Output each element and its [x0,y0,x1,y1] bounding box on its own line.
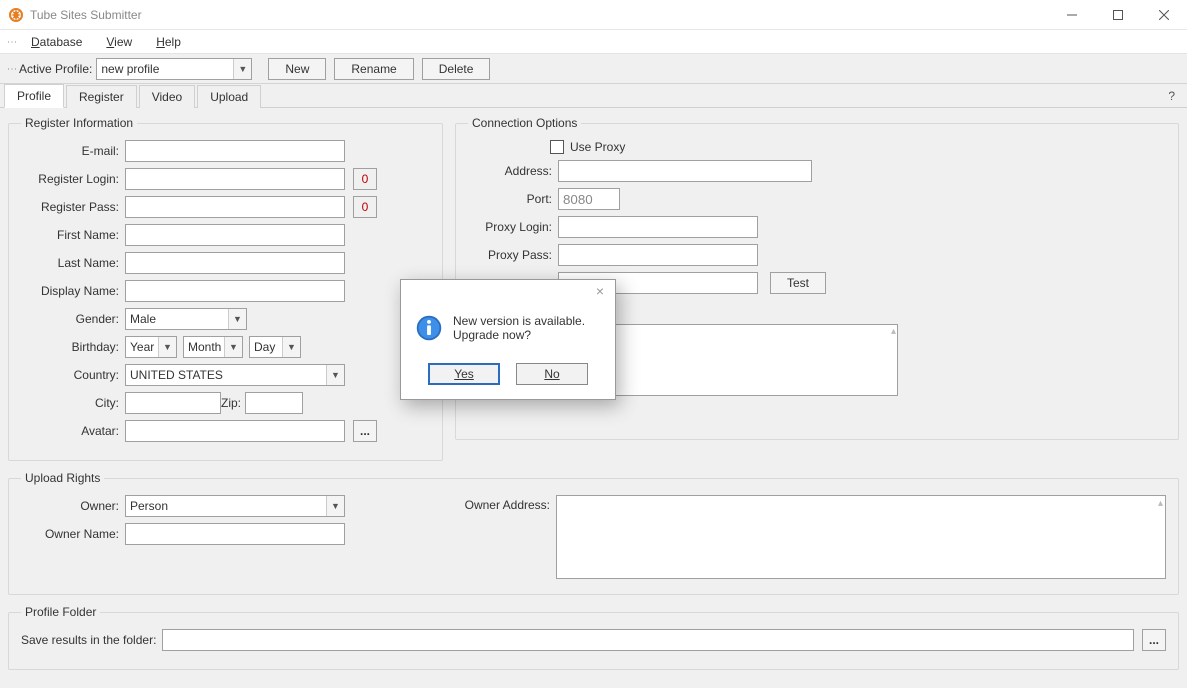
pass-input[interactable] [125,196,345,218]
proxy-pass-input[interactable] [558,244,758,266]
connection-options-legend: Connection Options [468,116,581,130]
menu-database[interactable]: Database [19,32,94,52]
city-label: City: [21,396,125,410]
register-info-group: Register Information E-mail: Register Lo… [8,116,443,461]
new-button[interactable]: New [268,58,326,80]
zip-label: Zip: [221,396,245,410]
scroll-up-icon: ▴ [1158,498,1163,509]
first-name-label: First Name: [21,228,125,242]
chevron-down-icon: ▼ [228,309,246,329]
owner-name-input[interactable] [125,523,345,545]
upload-rights-group: Upload Rights Owner: Person ▼ Owner Name… [8,471,1179,595]
email-input[interactable] [125,140,345,162]
grip-icon: ⋮ [10,64,13,73]
city-input[interactable] [125,392,221,414]
tab-upload[interactable]: Upload [197,85,261,108]
menu-help[interactable]: Help [144,32,193,52]
pass-count: 0 [353,196,377,218]
maximize-button[interactable] [1095,0,1141,29]
country-label: Country: [21,368,125,382]
no-button[interactable]: No [516,363,588,385]
chevron-down-icon: ▼ [158,337,176,357]
login-count: 0 [353,168,377,190]
titlebar: Tube Sites Submitter [0,0,1187,30]
login-label: Register Login: [21,172,125,186]
owner-address-label: Owner Address: [456,495,556,582]
active-profile-label: Active Profile: [19,62,92,76]
address-label: Address: [468,164,558,178]
window-title: Tube Sites Submitter [30,8,142,22]
email-label: E-mail: [21,144,125,158]
upload-rights-legend: Upload Rights [21,471,104,485]
chevron-down-icon: ▼ [224,337,242,357]
pass-label: Register Pass: [21,200,125,214]
save-folder-input[interactable] [162,629,1134,651]
dialog-line2: Upgrade now? [453,328,585,342]
proxy-port-input[interactable] [558,188,620,210]
proxy-address-input[interactable] [558,160,812,182]
dialog-line1: New version is available. [453,314,585,328]
use-proxy-label: Use Proxy [570,140,625,154]
folder-browse-button[interactable]: ... [1142,629,1166,651]
owner-name-label: Owner Name: [21,527,125,541]
gender-combo[interactable]: Male ▼ [125,308,247,330]
owner-address-textarea[interactable] [556,495,1166,579]
chevron-down-icon: ▼ [282,337,300,357]
close-button[interactable] [1141,0,1187,29]
register-info-legend: Register Information [21,116,137,130]
active-profile-combo[interactable]: new profile ▼ [96,58,252,80]
profile-folder-legend: Profile Folder [21,605,100,619]
profile-folder-group: Profile Folder Save results in the folde… [8,605,1179,670]
display-name-input[interactable] [125,280,345,302]
proxy-login-label: Proxy Login: [468,220,558,234]
info-icon [415,314,443,345]
save-folder-label: Save results in the folder: [21,633,162,647]
test-button[interactable]: Test [770,272,826,294]
tab-register[interactable]: Register [66,85,137,108]
tab-profile[interactable]: Profile [4,84,64,108]
day-combo[interactable]: Day ▼ [249,336,301,358]
tabstrip: Profile Register Video Upload ? [0,84,1187,108]
year-combo[interactable]: Year ▼ [125,336,177,358]
birthday-label: Birthday: [21,340,125,354]
rename-button[interactable]: Rename [334,58,413,80]
chevron-down-icon: ▼ [326,496,344,516]
help-icon[interactable]: ? [1164,85,1179,107]
avatar-input[interactable] [125,420,345,442]
last-name-input[interactable] [125,252,345,274]
use-proxy-checkbox[interactable] [550,140,564,154]
close-icon[interactable]: × [585,283,615,299]
chevron-down-icon: ▼ [326,365,344,385]
app-icon [8,7,24,23]
proxy-pass-label: Proxy Pass: [468,248,558,262]
last-name-label: Last Name: [21,256,125,270]
menu-view[interactable]: View [94,32,144,52]
login-input[interactable] [125,168,345,190]
display-name-label: Display Name: [21,284,125,298]
toolbar: ⋮ Active Profile: new profile ▼ New Rena… [0,54,1187,84]
tab-video[interactable]: Video [139,85,195,108]
scroll-up-icon: ▴ [891,326,896,337]
gender-label: Gender: [21,312,125,326]
owner-label: Owner: [21,499,125,513]
port-label: Port: [468,192,558,206]
chevron-down-icon: ▼ [233,59,251,79]
active-profile-value: new profile [101,62,233,76]
month-combo[interactable]: Month ▼ [183,336,243,358]
grip-icon: ⋮ [10,37,13,46]
country-combo[interactable]: UNITED STATES ▼ [125,364,345,386]
menubar: ⋮ Database View Help [0,30,1187,54]
upgrade-dialog: × New version is available. Upgrade now?… [400,279,616,400]
avatar-browse-button[interactable]: ... [353,420,377,442]
first-name-input[interactable] [125,224,345,246]
zip-input[interactable] [245,392,303,414]
owner-combo[interactable]: Person ▼ [125,495,345,517]
delete-button[interactable]: Delete [422,58,491,80]
avatar-label: Avatar: [21,424,125,438]
minimize-button[interactable] [1049,0,1095,29]
proxy-login-input[interactable] [558,216,758,238]
yes-button[interactable]: Yes [428,363,500,385]
